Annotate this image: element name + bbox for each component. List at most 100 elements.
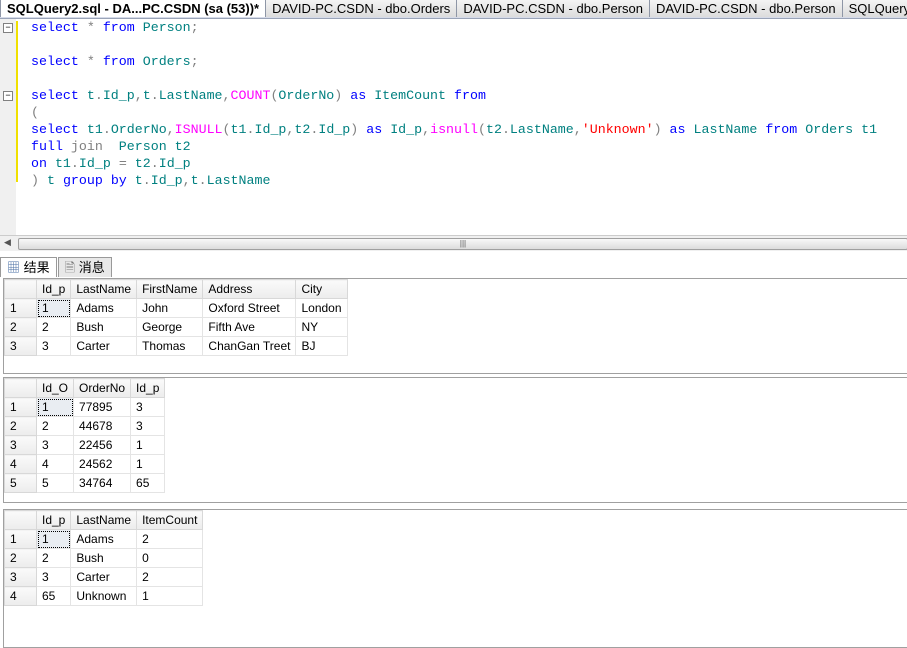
code-token: t [46,173,63,188]
table-cell[interactable]: 2 [35,548,72,568]
table-cell[interactable]: 34764 [73,473,132,493]
table-cell[interactable]: 44678 [73,416,132,436]
table-cell[interactable]: 1 [35,397,75,417]
row-header[interactable]: 2 [4,416,37,436]
corner-header[interactable] [4,378,37,398]
table-cell[interactable]: Carter [70,336,138,356]
table-cell[interactable]: 3 [35,435,75,455]
table-cell[interactable]: Oxford Street [202,298,297,318]
table-cell[interactable]: 1 [35,298,72,318]
horizontal-scrollbar[interactable]: ◀ ||| [0,235,907,251]
table-cell[interactable]: 65 [130,473,166,493]
collapse-icon[interactable]: − [3,91,13,101]
table-cell[interactable]: 2 [35,317,72,337]
row-header[interactable]: 1 [4,529,37,549]
code-token: . [150,156,159,171]
row-header[interactable]: 1 [4,298,37,318]
table-cell[interactable]: 3 [130,416,166,436]
code-text[interactable]: select * from Person; select * from Order… [31,19,877,189]
code-token: from [102,54,143,69]
table-cell[interactable]: 0 [136,548,204,568]
row-header[interactable]: 2 [4,317,37,337]
table-cell[interactable]: 1 [35,529,72,549]
table-cell[interactable]: ChanGan Treet [202,336,297,356]
code-token: 'Unknown' [581,122,654,137]
scroll-thumb[interactable]: ||| [18,238,907,250]
column-header[interactable]: LastName [70,510,138,530]
table-cell[interactable]: Bush [70,548,138,568]
column-header[interactable]: Id_p [130,378,166,398]
row-header[interactable]: 4 [4,586,37,606]
code-token: LastName [693,122,766,137]
table-cell[interactable]: London [295,298,348,318]
code-token: as [366,122,391,137]
table-cell[interactable]: Bush [70,317,138,337]
row-header[interactable]: 2 [4,548,37,568]
table-cell[interactable]: 3 [35,336,72,356]
collapse-icon[interactable]: − [3,23,13,33]
document-tab[interactable]: SQLQuery2.sql - DA...PC.CSDN (sa (53))* [0,0,267,17]
row-header[interactable]: 3 [4,567,37,587]
table-cell[interactable]: 1 [136,586,204,606]
tab-messages[interactable]: 🗎 消息 [57,257,112,277]
row-header[interactable]: 1 [4,397,37,417]
tab-results[interactable]: ▦ 结果 [0,257,57,277]
column-header[interactable]: ItemCount [136,510,204,530]
scroll-left-icon[interactable]: ◀ [4,237,11,248]
corner-header[interactable] [4,510,37,530]
row-header[interactable]: 3 [4,336,37,356]
table-row: 4 4 24562 1 [4,454,166,474]
column-header[interactable]: FirstName [136,279,204,299]
code-line: select t1.OrderNo,ISNULL(t1.Id_p,t2.Id_p… [31,121,877,138]
code-token: * [86,54,103,69]
table-cell[interactable]: NY [295,317,348,337]
column-header[interactable]: LastName [70,279,138,299]
code-token: ( [477,122,486,137]
corner-header[interactable] [4,279,37,299]
table-cell[interactable]: 2 [136,567,204,587]
document-tab[interactable]: DAVID-PC.CSDN - dbo.Orders [266,0,458,17]
column-header[interactable]: Id_O [35,378,75,398]
table-cell[interactable]: Unknown [70,586,138,606]
table-row: 3 3 22456 1 [4,435,166,455]
table-cell[interactable]: 77895 [73,397,132,417]
table-cell[interactable]: 2 [136,529,204,549]
table-cell[interactable]: 22456 [73,435,132,455]
table-cell[interactable]: 3 [35,567,72,587]
column-header[interactable]: Id_p [35,279,72,299]
table-cell[interactable]: 3 [130,397,166,417]
table-cell[interactable]: 24562 [73,454,132,474]
editor-margin [0,19,16,235]
column-header[interactable]: OrderNo [73,378,132,398]
table-cell[interactable]: 1 [130,454,166,474]
table-cell[interactable]: George [136,317,204,337]
table-cell[interactable]: 4 [35,454,75,474]
table-cell[interactable]: Adams [70,529,138,549]
table-cell[interactable]: BJ [295,336,348,356]
table-cell[interactable]: John [136,298,204,318]
row-header[interactable]: 4 [4,454,37,474]
table-cell[interactable]: 65 [35,586,72,606]
code-token: on [31,156,55,171]
code-token: Id_p [254,122,287,137]
code-token: ItemCount [374,88,454,103]
table-cell[interactable]: Thomas [136,336,204,356]
table-cell[interactable]: 1 [130,435,166,455]
document-tab[interactable]: DAVID-PC.CSDN - dbo.Person [457,0,650,17]
table-cell[interactable]: Adams [70,298,138,318]
table-cell[interactable]: 2 [35,416,75,436]
row-header[interactable]: 5 [4,473,37,493]
column-header[interactable]: Id_p [35,510,72,530]
table-cell[interactable]: Carter [70,567,138,587]
document-tab[interactable]: DAVID-PC.CSDN - dbo.Person [649,0,843,17]
table-cell[interactable]: 5 [35,473,75,493]
sql-editor[interactable]: − − select * from Person; select * from O… [0,19,907,235]
document-tab[interactable]: SQLQuery1 [842,0,907,17]
code-line: full join Person t2 [31,138,877,155]
table-cell[interactable]: Fifth Ave [202,317,297,337]
column-header[interactable]: City [295,279,348,299]
row-header[interactable]: 3 [4,435,37,455]
column-header[interactable]: Address [202,279,297,299]
